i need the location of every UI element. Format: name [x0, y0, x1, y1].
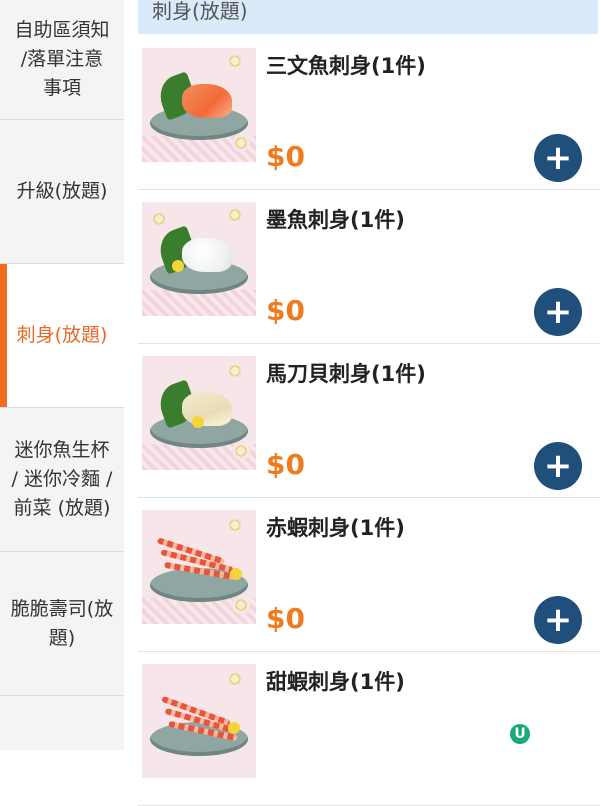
item-name: 馬刀貝刺身(1件)	[266, 362, 426, 386]
sidebar-item-label: 脆脆壽司(放	[10, 597, 114, 620]
item-price: $0	[266, 140, 305, 173]
sidebar-item-mini-cups[interactable]: 迷你魚生杯 / 迷你冷麵 / 前菜 (放題)	[0, 408, 124, 552]
sidebar-item-label: 刺身(放題)	[16, 324, 108, 346]
section-header: 刺身(放題)	[138, 0, 598, 34]
menu-item-card[interactable]: 三文魚刺身(1件) $0 +	[138, 36, 600, 190]
salmon-sashimi-image	[142, 48, 256, 162]
add-to-cart-button[interactable]: +	[534, 442, 582, 490]
item-name: 墨魚刺身(1件)	[266, 208, 405, 232]
floating-u-icon[interactable]: U	[510, 724, 530, 744]
item-price: $0	[266, 602, 305, 635]
cuttlefish-sashimi-image	[142, 202, 256, 316]
sidebar-item-upgrade[interactable]: 升級(放題)	[0, 120, 124, 264]
item-price: $0	[266, 448, 305, 481]
razor-clam-sashimi-image	[142, 356, 256, 470]
sidebar-item-label: 迷你魚生杯	[14, 439, 110, 461]
sidebar-item-label: / 迷你冷麵 /	[11, 468, 113, 490]
content-gutter	[124, 0, 138, 750]
add-to-cart-button[interactable]: +	[534, 134, 582, 182]
item-name: 甜蝦刺身(1件)	[266, 670, 405, 694]
item-price: $0	[266, 294, 305, 327]
add-to-cart-button[interactable]: +	[534, 596, 582, 644]
add-to-cart-button[interactable]: +	[534, 288, 582, 336]
sidebar-item-label: 自助區須知	[14, 19, 110, 41]
section-title: 刺身(放題)	[152, 0, 248, 23]
menu-item-card[interactable]: 墨魚刺身(1件) $0 +	[138, 190, 600, 344]
menu-item-card[interactable]: 赤蝦刺身(1件) $0 +	[138, 498, 600, 652]
red-shrimp-sashimi-image	[142, 510, 256, 624]
sidebar-item-buffet-notice[interactable]: 自助區須知 /落單注意 事項	[0, 0, 124, 120]
sidebar-item-label: 升級(放題)	[16, 180, 108, 202]
sidebar-item-sashimi[interactable]: 刺身(放題)	[0, 264, 124, 408]
menu-item-card[interactable]: 甜蝦刺身(1件)	[138, 652, 600, 806]
menu-item-card[interactable]: 馬刀貝刺身(1件) $0 +	[138, 344, 600, 498]
sidebar-item-label: 事項	[42, 77, 81, 99]
sidebar-item-label: 前菜 (放題)	[13, 497, 111, 519]
sidebar-item-crispy-sushi[interactable]: 脆脆壽司(放 題)	[0, 552, 124, 696]
item-name: 三文魚刺身(1件)	[266, 54, 426, 78]
sidebar-item-label: /落單注意	[20, 48, 104, 70]
sidebar-item-label: 題)	[48, 626, 76, 649]
category-sidebar: 自助區須知 /落單注意 事項 升級(放題) 刺身(放題) 迷你魚生杯 / 迷你冷…	[0, 0, 124, 750]
item-name: 赤蝦刺身(1件)	[266, 516, 405, 540]
sweet-shrimp-sashimi-image	[142, 664, 256, 778]
